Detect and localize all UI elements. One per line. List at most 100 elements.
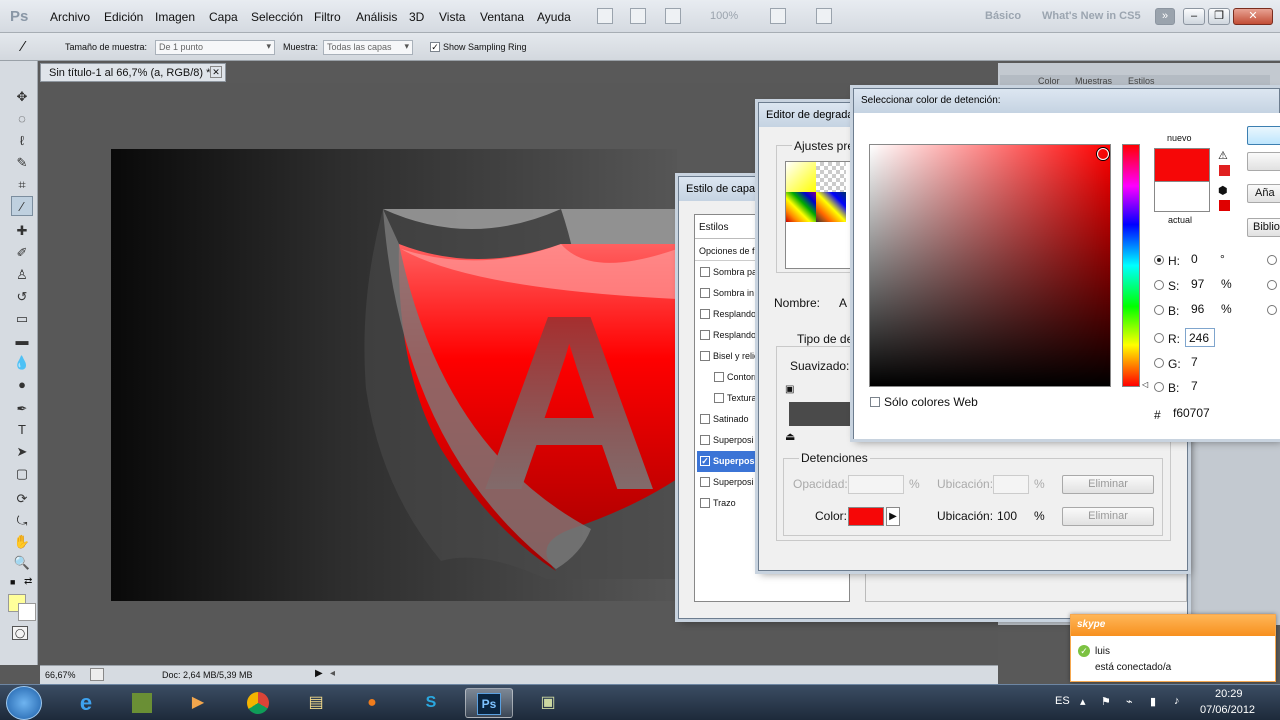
blur-tool-icon[interactable]: 💧 [11,353,33,373]
sample-select[interactable]: Todas las capas [323,40,413,55]
marquee-tool-icon[interactable]: ◌ [11,109,33,129]
hue-slider-right-arrow-icon[interactable]: ◁ [1142,380,1148,389]
eyedropper-tool-icon[interactable]: ⁄ [11,196,33,216]
brush-tool-icon[interactable]: ✐ [11,243,33,263]
zoom-tool-icon[interactable]: 🔍 [11,553,33,573]
scroll-left-icon[interactable]: ◂ [330,668,335,679]
default-colors-icon[interactable]: ■ [10,577,15,587]
g-radio[interactable] [1154,358,1164,368]
color-libraries-button[interactable]: Biblio [1247,218,1280,237]
h-radio[interactable] [1154,255,1164,265]
chrome-icon[interactable] [234,688,282,718]
s-radio[interactable] [1154,280,1164,290]
mini-bridge-icon[interactable] [630,8,646,24]
current-color-swatch[interactable] [1154,181,1210,212]
gradient-tool-icon[interactable]: ▬ [11,331,33,351]
tray-time[interactable]: 20:29 [1215,688,1243,700]
g-field[interactable]: 7 [1188,353,1218,372]
cancel-button[interactable] [1247,152,1280,171]
file-explorer-icon[interactable]: ▤ [292,688,340,718]
style-checkbox[interactable] [700,309,710,319]
opacity-field[interactable] [848,475,904,494]
tab-estilos[interactable]: Estilos [1128,76,1155,86]
menu-capa[interactable]: Capa [209,10,238,24]
r-field[interactable]: 246 [1185,328,1215,347]
restore-icon[interactable]: ❐ [1208,8,1230,25]
stamp-tool-icon[interactable]: ♙ [11,265,33,285]
path-select-icon[interactable]: ➤ [11,442,33,462]
lasso-tool-icon[interactable]: ℓ [11,131,33,151]
hand-tool-icon[interactable]: ✋ [11,532,33,552]
zoom-level[interactable]: 100% [710,10,738,22]
preset-swatch[interactable] [786,192,816,222]
out-of-gamut-warning-icon[interactable]: ⚠ [1218,149,1228,162]
document-tab[interactable]: Sin título-1 al 66,7% (a, RGB/8) * ✕ [40,63,226,82]
gradient-bar[interactable] [789,402,859,426]
menu-edicion[interactable]: Edición [104,10,143,24]
style-checkbox-checked[interactable]: ✓ [700,456,710,466]
blue-field[interactable]: 7 [1188,377,1218,396]
shape-tool-icon[interactable]: ▢ [11,464,33,484]
menu-ayuda[interactable]: Ayuda [537,10,571,24]
workspace-overflow-button[interactable]: » [1155,8,1175,25]
web-colors-only-checkbox[interactable] [870,397,880,407]
3d-rotate-icon[interactable]: ⟳ [11,489,33,509]
healing-tool-icon[interactable]: ✚ [11,221,33,241]
start-button[interactable] [6,686,42,720]
tray-volume-icon[interactable]: ♪ [1174,695,1180,707]
style-checkbox[interactable] [700,351,710,361]
l-radio[interactable] [1267,255,1277,265]
color-menu-arrow-icon[interactable]: ▶ [886,507,900,526]
minecraft-icon[interactable] [118,688,166,718]
screen-mode-icon[interactable] [816,8,832,24]
eraser-tool-icon[interactable]: ▭ [11,309,33,329]
media-player-icon[interactable]: ▶ [174,688,222,718]
menu-filtro[interactable]: Filtro [314,10,341,24]
type-tool-icon[interactable]: T [11,420,33,440]
background-color-swatch[interactable] [18,603,36,621]
style-checkbox[interactable] [700,435,710,445]
opacity-location-field[interactable] [993,475,1029,494]
tray-arrow-icon[interactable]: ▴ [1080,695,1086,708]
stop-color-swatch[interactable] [848,507,884,526]
menu-ventana[interactable]: Ventana [480,10,524,24]
utility-taskbar-icon[interactable]: ▣ [524,688,572,718]
add-to-swatches-button[interactable]: Aña [1247,184,1280,203]
minimize-icon[interactable]: – [1183,8,1205,25]
pen-tool-icon[interactable]: ✒ [11,399,33,419]
history-brush-icon[interactable]: ↺ [11,287,33,307]
web-safe-warning-icon[interactable]: ⬢ [1218,184,1228,197]
delete-opacity-stop-button[interactable]: Eliminar [1062,475,1154,494]
status-zoom[interactable]: 66,67% [45,670,76,680]
workspace-whats-new[interactable]: What's New in CS5 [1042,10,1141,22]
b-lab-radio[interactable] [1267,305,1277,315]
hue-slider-left-arrow-icon[interactable]: ▷ [1115,380,1121,389]
style-checkbox[interactable] [700,414,710,424]
gamut-color-swatch[interactable] [1219,165,1230,176]
skype-notification[interactable]: skype ✓ luis está conectado/a [1070,614,1276,682]
menu-archivo[interactable]: Archivo [50,10,90,24]
hue-slider[interactable] [1122,144,1140,387]
internet-explorer-icon[interactable]: e [62,688,110,718]
menu-seleccion[interactable]: Selección [251,10,303,24]
eyedropper-preset-icon[interactable]: ⁄ [22,38,25,55]
h-field[interactable]: 0 [1188,250,1218,269]
menu-3d[interactable]: 3D [409,10,424,24]
style-checkbox[interactable] [700,288,710,298]
move-tool-icon[interactable]: ✥ [11,87,33,107]
tray-date[interactable]: 07/06/2012 [1200,704,1255,716]
blue-radio[interactable] [1154,382,1164,392]
tab-muestras[interactable]: Muestras [1075,76,1112,86]
quick-select-tool-icon[interactable]: ✎ [11,153,33,173]
swap-colors-icon[interactable]: ⇄ [24,576,32,587]
status-icon[interactable] [90,668,104,681]
dodge-tool-icon[interactable]: ● [11,375,33,395]
opacity-stop-icon[interactable]: ▣ [785,384,794,395]
b-radio[interactable] [1154,305,1164,315]
sample-size-select[interactable]: De 1 punto [155,40,275,55]
tab-color[interactable]: Color [1038,76,1060,86]
hex-field[interactable]: f60707 [1170,404,1220,423]
close-document-icon[interactable]: ✕ [210,66,222,78]
3d-orbit-icon[interactable]: ⤿ [11,511,33,531]
document-canvas[interactable]: A [111,149,677,601]
